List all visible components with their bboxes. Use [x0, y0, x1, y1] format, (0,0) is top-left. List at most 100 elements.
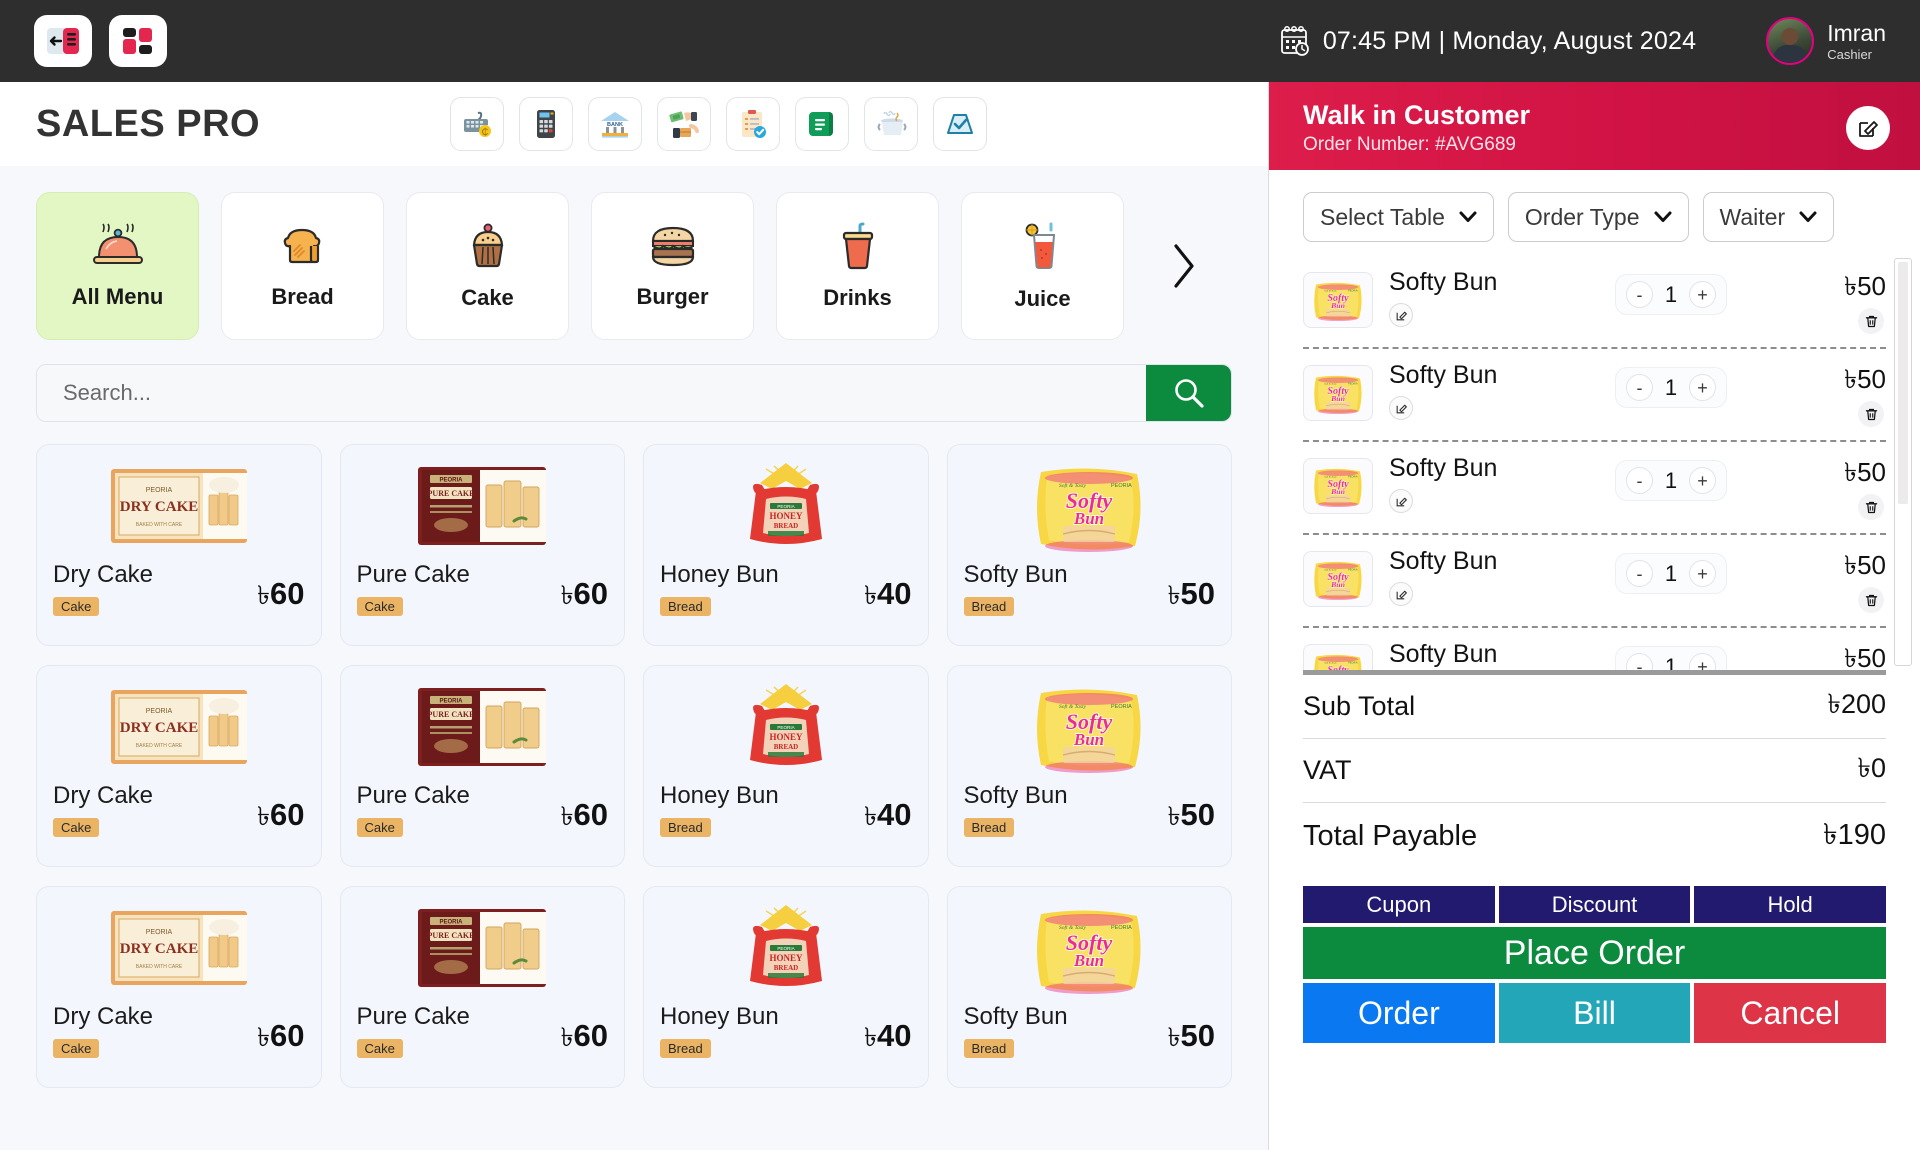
dashboard-grid-button[interactable] — [109, 15, 167, 67]
cart-item-delete-button[interactable] — [1858, 308, 1884, 334]
cart-item-currency: ৳ — [1844, 643, 1858, 670]
quantity-decrease-button[interactable]: - — [1626, 281, 1653, 308]
product-price-value: 60 — [573, 576, 608, 611]
cart-item-edit-button[interactable] — [1389, 582, 1413, 606]
soda-cup-icon — [842, 222, 873, 270]
edit-pencil-icon — [1396, 404, 1407, 413]
search-button[interactable] — [1146, 365, 1231, 421]
user-profile[interactable]: Imran Cashier — [1766, 17, 1886, 65]
svg-text:PEORIA: PEORIA — [1111, 483, 1132, 489]
search-box — [36, 364, 1232, 422]
product-card[interactable]: PEORIA PURE CAKE Pure Cake Cake ৳60 — [339, 665, 625, 867]
quantity-decrease-button[interactable]: - — [1626, 374, 1653, 401]
product-tag: Bread — [660, 818, 711, 837]
keyboard-pay-button[interactable]: ₵ — [450, 97, 505, 151]
quantity-increase-button[interactable]: + — [1689, 653, 1716, 670]
product-image-wrap: PEORIA DRY CAKE BAKED WITH CARE — [37, 445, 321, 559]
quantity-decrease-button[interactable]: - — [1626, 467, 1653, 494]
order-button[interactable]: Order — [1303, 983, 1495, 1043]
bill-button[interactable]: Bill — [1498, 983, 1691, 1043]
product-card[interactable]: Soft & Tasty PEORIA Softy Bun Softy Bun … — [946, 444, 1232, 646]
quantity-decrease-button[interactable]: - — [1626, 653, 1653, 670]
cart-item-edit-button[interactable] — [1389, 396, 1413, 420]
user-name: Imran — [1827, 19, 1886, 46]
product-card[interactable]: PEORIA HONEY BREAD Honey Bun Bread ৳40 — [643, 665, 929, 867]
place-order-button[interactable]: Place Order — [1303, 927, 1886, 979]
cupon-button[interactable]: Cupon — [1303, 886, 1495, 923]
cart-item-delete-button[interactable] — [1858, 587, 1884, 613]
quantity-decrease-button[interactable]: - — [1626, 560, 1653, 587]
back-panel-toggle-button[interactable] — [34, 15, 92, 67]
cart-item-edit-button[interactable] — [1389, 489, 1413, 513]
waiter-dropdown[interactable]: Waiter — [1702, 192, 1835, 242]
svg-text:Softy: Softy — [1327, 665, 1349, 670]
quantity-increase-button[interactable]: + — [1689, 281, 1716, 308]
category-tab-all-menu[interactable]: All Menu — [36, 192, 199, 340]
body-split: SALES PRO ₵ BANK All Menu Bread Cake Bur… — [0, 82, 1920, 1150]
product-price-value: 60 — [270, 576, 305, 611]
product-artwork: Soft & Tasty PEORIA Softy Bun — [1019, 900, 1159, 996]
product-tag: Bread — [963, 1039, 1015, 1058]
product-card[interactable]: PEORIA DRY CAKE BAKED WITH CARE Dry Cake… — [36, 886, 322, 1088]
svg-text:PEORIA: PEORIA — [777, 725, 795, 730]
svg-text:PURE CAKE: PURE CAKE — [428, 710, 475, 719]
search-input[interactable] — [37, 365, 1146, 421]
hold-button[interactable]: Hold — [1694, 886, 1887, 923]
checklist-button[interactable] — [726, 97, 781, 151]
product-currency: ৳ — [257, 580, 271, 610]
quantity-increase-button[interactable]: + — [1689, 560, 1716, 587]
product-currency: ৳ — [1167, 580, 1181, 610]
discount-button[interactable]: Discount — [1498, 886, 1691, 923]
kitchen-button[interactable] — [864, 97, 919, 151]
product-card[interactable]: PEORIA PURE CAKE Pure Cake Cake ৳60 — [339, 444, 625, 646]
product-card[interactable]: PEORIA HONEY BREAD Honey Bun Bread ৳40 — [643, 444, 929, 646]
report-button[interactable] — [933, 97, 988, 151]
product-price: ৳50 — [1168, 575, 1215, 619]
category-tab-burger[interactable]: Burger — [591, 192, 754, 340]
product-tag: Bread — [660, 1039, 711, 1058]
categories-next-button[interactable] — [1162, 236, 1206, 296]
cancel-button[interactable]: Cancel — [1694, 983, 1887, 1043]
burger-icon — [651, 226, 694, 267]
product-card[interactable]: PEORIA DRY CAKE BAKED WITH CARE Dry Cake… — [36, 665, 322, 867]
cart-item-delete-button[interactable] — [1858, 401, 1884, 427]
cart-item-name: Softy Bun — [1389, 361, 1498, 389]
cart-item-edit-button[interactable] — [1389, 303, 1413, 327]
total-payable-value: ৳190 — [1823, 819, 1886, 851]
category-tab-bread[interactable]: Bread — [221, 192, 384, 340]
quantity-stepper: - 1 + — [1615, 274, 1727, 315]
product-currency: ৳ — [257, 801, 271, 831]
edit-customer-button[interactable] — [1846, 106, 1890, 150]
cart-item-thumbnail: Soft & Tasty PEORIA Softy Bun — [1303, 644, 1373, 670]
product-price: ৳40 — [864, 1017, 911, 1061]
product-card[interactable]: Soft & Tasty PEORIA Softy Bun Softy Bun … — [946, 665, 1232, 867]
product-artwork: PEORIA HONEY BREAD — [700, 680, 872, 774]
cart-scrollbar-thumb[interactable] — [1898, 262, 1908, 504]
category-tab-drinks[interactable]: Drinks — [776, 192, 939, 340]
select-table-dropdown[interactable]: Select Table — [1303, 192, 1494, 242]
quantity-increase-button[interactable]: + — [1689, 467, 1716, 494]
category-tab-cake[interactable]: Cake — [406, 192, 569, 340]
cart-items-scroll[interactable]: Soft & Tasty PEORIA Softy Bun Softy Bun … — [1269, 256, 1920, 670]
bank-icon: BANK — [601, 112, 630, 138]
product-tag: Cake — [53, 818, 100, 837]
category-tab-juice[interactable]: Juice — [961, 192, 1124, 340]
cart-item-name: Softy Bun — [1389, 268, 1498, 296]
cash-exchange-button[interactable] — [657, 97, 712, 151]
product-card[interactable]: PEORIA HONEY BREAD Honey Bun Bread ৳40 — [643, 886, 929, 1088]
calculator-button[interactable] — [519, 97, 574, 151]
bank-button[interactable]: BANK — [588, 97, 643, 151]
product-card[interactable]: PEORIA DRY CAKE BAKED WITH CARE Dry Cake… — [36, 444, 322, 646]
quantity-value: 1 — [1664, 560, 1678, 586]
receipt-button[interactable] — [795, 97, 850, 151]
cart-scrollbar[interactable] — [1894, 258, 1912, 666]
cart-item-currency: ৳ — [1844, 364, 1858, 394]
product-card[interactable]: PEORIA PURE CAKE Pure Cake Cake ৳60 — [339, 886, 625, 1088]
product-price-value: 40 — [877, 576, 912, 611]
order-type-dropdown[interactable]: Order Type — [1507, 192, 1689, 242]
product-card[interactable]: Soft & Tasty PEORIA Softy Bun Softy Bun … — [946, 886, 1232, 1088]
svg-text:PEORIA: PEORIA — [1111, 925, 1132, 931]
cart-item-thumbnail: Soft & Tasty PEORIA Softy Bun — [1303, 551, 1373, 607]
quantity-increase-button[interactable]: + — [1689, 374, 1716, 401]
cart-item-delete-button[interactable] — [1858, 494, 1884, 520]
